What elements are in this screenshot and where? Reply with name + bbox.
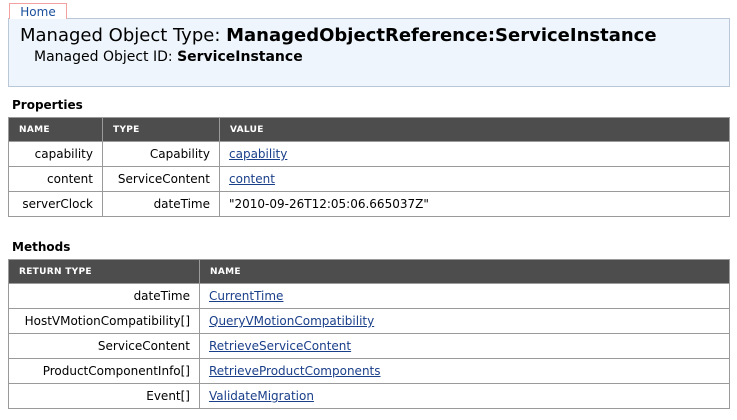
object-header: Managed Object Type: ManagedObjectRefere… [8,18,730,87]
method-return-type: Event[] [8,383,200,409]
managed-object-type-label: Managed Object Type: [20,25,227,46]
table-row: content ServiceContent content [8,166,730,192]
method-return-type: ServiceContent [8,333,200,359]
method-return-type: dateTime [8,283,200,309]
method-return-type: ProductComponentInfo[] [8,358,200,384]
column-header-name: NAME [8,117,103,142]
column-header-type: TYPE [102,117,220,142]
property-type: Capability [102,141,220,167]
property-type: ServiceContent [102,166,220,192]
current-time-link[interactable]: CurrentTime [209,289,283,303]
managed-object-id-value: ServiceInstance [177,49,303,65]
methods-table: RETURN TYPE NAME dateTime CurrentTime Ho… [8,259,730,409]
column-header-method-name: NAME [199,259,730,284]
home-link[interactable]: Home [20,5,55,19]
property-name: serverClock [8,191,103,217]
properties-table: NAME TYPE VALUE capability Capability ca… [8,117,730,217]
table-row: dateTime CurrentTime [8,283,730,309]
method-name: RetrieveServiceContent [199,333,730,359]
page: Home Managed Object Type: ManagedObjectR… [0,0,737,420]
methods-title: Methods [12,240,71,254]
retrieve-product-components-link[interactable]: RetrieveProductComponents [209,364,381,378]
managed-object-type: Managed Object Type: ManagedObjectRefere… [20,25,657,47]
property-name: content [8,166,103,192]
column-header-value: VALUE [219,117,730,142]
property-value: capability [219,141,730,167]
table-row: capability Capability capability [8,141,730,167]
managed-object-type-value: ManagedObjectReference:ServiceInstance [226,25,657,46]
properties-header-row: NAME TYPE VALUE [8,117,730,142]
retrieve-service-content-link[interactable]: RetrieveServiceContent [209,339,351,353]
property-name: capability [8,141,103,167]
property-value: content [219,166,730,192]
table-row: ProductComponentInfo[] RetrieveProductCo… [8,358,730,384]
table-row: HostVMotionCompatibility[] QueryVMotionC… [8,308,730,334]
validate-migration-link[interactable]: ValidateMigration [209,389,314,403]
managed-object-id-label: Managed Object ID: [34,49,178,65]
managed-object-id: Managed Object ID: ServiceInstance [34,48,303,66]
method-name: CurrentTime [199,283,730,309]
property-value: "2010-09-26T12:05:06.665037Z" [219,191,730,217]
capability-link[interactable]: capability [229,147,287,161]
column-header-return-type: RETURN TYPE [8,259,200,284]
method-return-type: HostVMotionCompatibility[] [8,308,200,334]
method-name: ValidateMigration [199,383,730,409]
table-row: ServiceContent RetrieveServiceContent [8,333,730,359]
property-type: dateTime [102,191,220,217]
query-vmotion-compatibility-link[interactable]: QueryVMotionCompatibility [209,314,374,328]
content-link[interactable]: content [229,172,275,186]
methods-header-row: RETURN TYPE NAME [8,259,730,284]
table-row: Event[] ValidateMigration [8,383,730,409]
properties-title: Properties [12,98,83,112]
table-row: serverClock dateTime "2010-09-26T12:05:0… [8,191,730,217]
method-name: QueryVMotionCompatibility [199,308,730,334]
home-tab[interactable]: Home [9,3,67,19]
method-name: RetrieveProductComponents [199,358,730,384]
